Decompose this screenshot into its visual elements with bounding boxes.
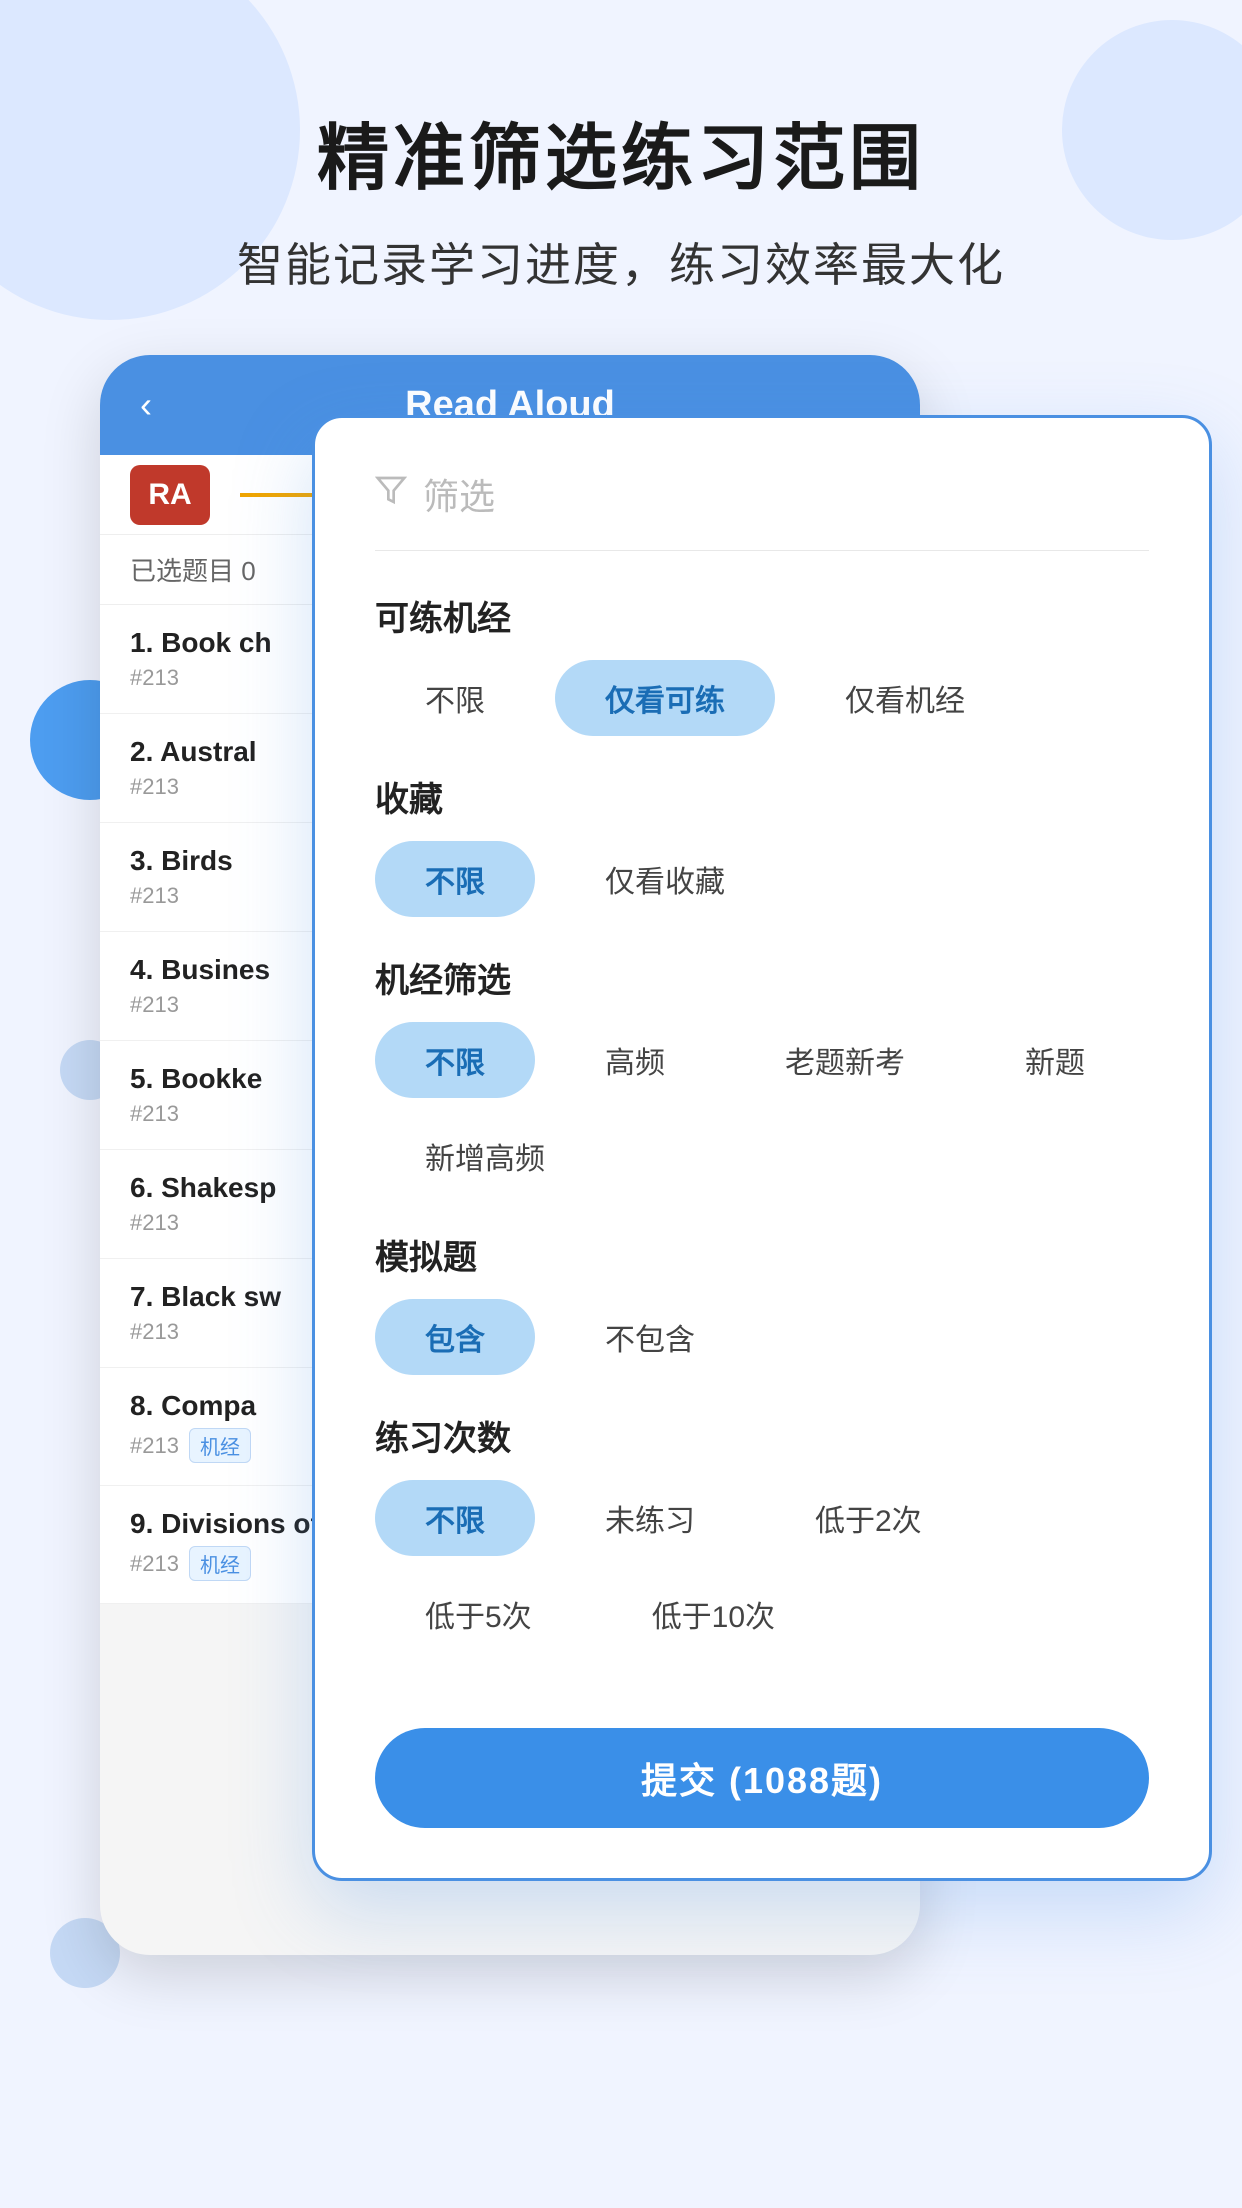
section-title-mock: 模拟题 [375, 1230, 1149, 1279]
filter-modal-header: 筛选 [375, 468, 1149, 551]
option-old-new[interactable]: 老题新考 [735, 1022, 955, 1098]
option-only-favorites[interactable]: 仅看收藏 [555, 841, 775, 917]
filter-options-kexun: 不限 仅看可练 仅看机经 [375, 660, 1149, 736]
selected-count-text: 已选题目 0 [130, 551, 256, 588]
filter-section-practice: 练习次数 不限 未练习 低于2次 低于5次 低于10次 [375, 1411, 1149, 1652]
filter-section-mock: 模拟题 包含 不包含 [375, 1230, 1149, 1375]
section-title-favorites: 收藏 [375, 772, 1149, 821]
sub-title: 智能记录学习进度，练习效率最大化 [0, 229, 1242, 295]
option-not-practiced[interactable]: 未练习 [555, 1480, 745, 1556]
option-unlimited[interactable]: 不限 [375, 660, 535, 736]
section-title-jijing: 机经筛选 [375, 953, 1149, 1002]
filter-icon [375, 473, 407, 515]
option-only-jijing[interactable]: 仅看机经 [795, 660, 1015, 736]
section-title-kexun: 可练机经 [375, 591, 1149, 640]
option-unlimited-favorites[interactable]: 不限 [375, 841, 535, 917]
option-new-high-freq[interactable]: 新增高频 [375, 1118, 595, 1194]
filter-section-favorites: 收藏 不限 仅看收藏 [375, 772, 1149, 917]
tag-jijing: 机经 [189, 1546, 251, 1581]
filter-modal-title: 筛选 [423, 468, 495, 520]
option-less-than-10[interactable]: 低于10次 [602, 1576, 825, 1652]
option-unlimited-jijing[interactable]: 不限 [375, 1022, 535, 1098]
main-title: 精准筛选练习范围 [0, 120, 1242, 199]
option-less-than-5[interactable]: 低于5次 [375, 1576, 582, 1652]
header-section: 精准筛选练习范围 智能记录学习进度，练习效率最大化 [0, 0, 1242, 295]
submit-button[interactable]: 提交 (1088题) [375, 1728, 1149, 1828]
option-new-topic[interactable]: 新题 [975, 1022, 1135, 1098]
option-only-kexun[interactable]: 仅看可练 [555, 660, 775, 736]
filter-section-jijing: 机经筛选 不限 高频 老题新考 新题 新增高频 [375, 953, 1149, 1194]
filter-section-kexun: 可练机经 不限 仅看可练 仅看机经 [375, 591, 1149, 736]
option-high-freq[interactable]: 高频 [555, 1022, 715, 1098]
filter-modal: 筛选 可练机经 不限 仅看可练 仅看机经 收藏 不限 仅看收藏 机经筛选 不限 … [312, 415, 1212, 1881]
filter-options-mock: 包含 不包含 [375, 1299, 1149, 1375]
filter-options-practice: 不限 未练习 低于2次 低于5次 低于10次 [375, 1480, 1149, 1652]
option-include-mock[interactable]: 包含 [375, 1299, 535, 1375]
filter-options-favorites: 不限 仅看收藏 [375, 841, 1149, 917]
section-title-practice: 练习次数 [375, 1411, 1149, 1460]
tag-jijing: 机经 [189, 1428, 251, 1463]
back-button[interactable]: ‹ [140, 384, 152, 426]
filter-options-jijing: 不限 高频 老题新考 新题 新增高频 [375, 1022, 1149, 1194]
ra-badge: RA [130, 465, 210, 525]
option-unlimited-practice[interactable]: 不限 [375, 1480, 535, 1556]
option-exclude-mock[interactable]: 不包含 [555, 1299, 745, 1375]
option-less-than-2[interactable]: 低于2次 [765, 1480, 972, 1556]
